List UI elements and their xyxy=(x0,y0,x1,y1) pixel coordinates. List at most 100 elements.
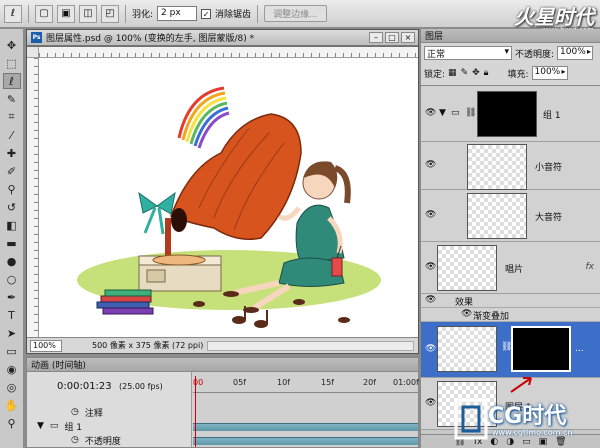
layer-mask-thumbnail[interactable] xyxy=(511,326,571,372)
dodge-tool-icon[interactable]: ○ xyxy=(3,271,21,287)
layer-row-group-1[interactable]: 👁︎ ▼ ▭ ⛓︎ 组 1 xyxy=(421,86,600,142)
visibility-eye-icon[interactable]: 👁︎ xyxy=(425,210,436,220)
effects-row[interactable]: 👁︎ 效果 xyxy=(421,294,600,308)
divider xyxy=(125,4,126,23)
tab-layers[interactable]: 图层 xyxy=(421,29,600,43)
layer-thumbnail[interactable] xyxy=(437,326,497,372)
ruler-origin[interactable] xyxy=(27,47,39,58)
book-stack xyxy=(96,289,154,315)
clone-stamp-tool-icon[interactable]: ⚲ xyxy=(3,181,21,197)
timeline-row-comments[interactable]: ◷ 注释 xyxy=(27,405,191,419)
gradient-tool-icon[interactable]: ▬ xyxy=(3,235,21,251)
frame-tick: 05f xyxy=(233,378,246,387)
document-info[interactable]: 500 像素 x 375 像素 (72 ppi) xyxy=(92,340,203,351)
visibility-eye-icon[interactable]: 👁︎ xyxy=(425,108,436,118)
horizontal-scrollbar[interactable] xyxy=(207,340,414,351)
intersect-selection-icon[interactable]: ◰ xyxy=(101,4,119,23)
layer-thumbnail[interactable] xyxy=(467,144,527,190)
visibility-eye-icon[interactable]: 👁︎ xyxy=(425,262,436,272)
group-mask-thumbnail[interactable] xyxy=(477,91,537,137)
zoom-level-field[interactable]: 100% xyxy=(30,339,62,352)
zoom-tool-icon[interactable]: ⚲ xyxy=(3,415,21,431)
shape-tool-icon[interactable]: ▭ xyxy=(3,343,21,359)
fill-field[interactable]: 100% xyxy=(531,66,568,80)
antialias-checkbox[interactable]: ✓ xyxy=(201,8,212,19)
layer-row-selected[interactable]: 👁︎ ⛓︎ ... xyxy=(421,322,600,378)
lasso-tool-icon[interactable]: ℓ xyxy=(2,73,21,89)
minimize-icon[interactable]: – xyxy=(369,32,383,43)
new-selection-icon[interactable]: ▢ xyxy=(35,4,53,23)
history-brush-tool-icon[interactable]: ↺ xyxy=(3,199,21,215)
lasso-tool-preset-button[interactable]: ℓ xyxy=(4,4,22,23)
close-icon[interactable]: × xyxy=(401,32,415,43)
refine-edge-button[interactable]: 调整边缘... xyxy=(264,5,327,22)
blend-mode-select[interactable]: 正常 xyxy=(424,46,512,60)
chain-link-icon[interactable]: ⛓︎ xyxy=(465,108,476,118)
blend-row: 正常 不透明度: 100% xyxy=(421,43,600,63)
feather-label: 羽化: xyxy=(132,10,154,20)
group-duration-bar[interactable] xyxy=(193,423,418,431)
pen-tool-icon[interactable]: ✒ xyxy=(3,289,21,305)
healing-brush-tool-icon[interactable]: ✚ xyxy=(3,145,21,161)
current-time-indicator[interactable] xyxy=(195,376,196,447)
lock-row: 锁定: ▦ ✎ ✥ 🔒︎ 填充: 100% xyxy=(421,63,600,83)
vertical-ruler[interactable] xyxy=(27,58,39,337)
eyedropper-tool-icon[interactable]: ⁄ xyxy=(3,127,21,143)
path-select-tool-icon[interactable]: ➤ xyxy=(3,325,21,341)
lock-pixels-icon[interactable]: ✎ xyxy=(461,68,469,78)
watermark-url: www.cgtimo.com.cn xyxy=(492,428,573,437)
horizontal-ruler[interactable] xyxy=(39,47,418,58)
layer-thumbnail[interactable] xyxy=(437,245,497,291)
canvas[interactable] xyxy=(39,58,418,337)
visibility-eye-icon[interactable]: 👁︎ xyxy=(425,295,436,305)
hand-tool-icon[interactable]: ✋ xyxy=(3,397,21,413)
opacity-field[interactable]: 100% xyxy=(557,46,594,60)
opacity-duration-bar[interactable] xyxy=(193,437,418,445)
quick-select-tool-icon[interactable]: ✎ xyxy=(3,91,21,107)
3d-orbit-tool-icon[interactable]: ◎ xyxy=(3,379,21,395)
lock-all-icon[interactable]: 🔒︎ xyxy=(484,68,489,78)
feather-input[interactable]: 2 px xyxy=(157,6,198,21)
brush-tool-icon[interactable]: ✐ xyxy=(3,163,21,179)
layer-name[interactable]: 小音符 xyxy=(535,160,562,173)
stopwatch-icon[interactable]: ◷ xyxy=(71,435,79,445)
3d-rotate-tool-icon[interactable]: ◉ xyxy=(3,361,21,377)
current-timecode[interactable]: 0:00:01:23 xyxy=(57,381,112,392)
type-tool-icon[interactable]: T xyxy=(3,307,21,323)
visibility-eye-icon[interactable]: 👁︎ xyxy=(425,344,436,354)
expand-triangle-icon[interactable]: ▼ xyxy=(37,421,44,431)
layer-name[interactable]: 组 1 xyxy=(543,108,561,121)
eraser-tool-icon[interactable]: ◧ xyxy=(3,217,21,233)
red-arrow-annotation xyxy=(510,377,532,393)
move-tool-icon[interactable]: ✥ xyxy=(3,37,21,53)
timeline-row-group[interactable]: ▼ ▭ 组 1 xyxy=(27,419,191,433)
visibility-eye-icon[interactable]: 👁︎ xyxy=(461,309,472,319)
timeline-row-opacity[interactable]: ◷ 不透明度 xyxy=(27,433,191,447)
layer-name[interactable]: 唱片 xyxy=(505,262,523,275)
maximize-icon[interactable]: □ xyxy=(385,32,399,43)
document-titlebar[interactable]: Ps 图层属性.psd @ 100% (变换的左手, 图层蒙版/8) * – □… xyxy=(27,30,418,46)
document-title: 图层属性.psd @ 100% (变换的左手, 图层蒙版/8) * xyxy=(46,34,255,44)
layer-row-record[interactable]: 👁︎ 唱片 fx xyxy=(421,242,600,294)
marquee-tool-icon[interactable]: ⬚ xyxy=(3,55,21,71)
lock-transparent-icon[interactable]: ▦ xyxy=(448,68,457,78)
timeline-tracks[interactable]: 00 05f 10f 15f 20f 01:00f xyxy=(193,372,419,447)
visibility-eye-icon[interactable]: 👁︎ xyxy=(425,160,436,170)
layer-thumbnail[interactable] xyxy=(467,193,527,239)
subtract-selection-icon[interactable]: ◫ xyxy=(79,4,97,23)
blur-tool-icon[interactable]: ● xyxy=(3,253,21,269)
tab-animation-timeline[interactable]: 动画 (时间轴) xyxy=(27,358,418,372)
stopwatch-icon[interactable]: ◷ xyxy=(71,407,79,417)
layer-name-truncated[interactable]: ... xyxy=(575,344,584,354)
layer-name[interactable]: 大音符 xyxy=(535,210,562,223)
gradient-overlay-row[interactable]: 👁︎ 渐变叠加 xyxy=(421,308,600,322)
visibility-eye-icon[interactable]: 👁︎ xyxy=(425,398,436,408)
layer-row-small-note[interactable]: 👁︎ 小音符 xyxy=(421,142,600,190)
lock-label: 锁定: xyxy=(424,69,446,80)
add-selection-icon[interactable]: ▣ xyxy=(57,4,75,23)
layer-row-big-note[interactable]: 👁︎ 大音符 xyxy=(421,190,600,242)
fx-badge-icon[interactable]: fx xyxy=(586,262,595,272)
expand-triangle-icon[interactable]: ▼ xyxy=(439,108,446,118)
lock-position-icon[interactable]: ✥ xyxy=(472,68,480,78)
crop-tool-icon[interactable]: ⌗ xyxy=(3,109,21,125)
